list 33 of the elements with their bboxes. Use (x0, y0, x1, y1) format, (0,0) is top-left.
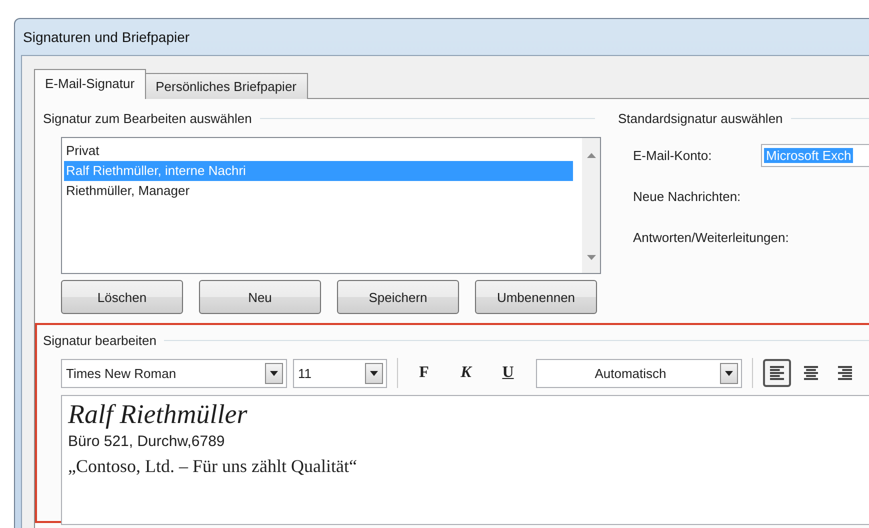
dialog-button[interactable]: Löschen (61, 280, 183, 314)
align-left-icon[interactable] (770, 366, 784, 380)
align-center-icon[interactable] (804, 366, 818, 380)
scroll-down-icon[interactable] (586, 255, 596, 261)
font-dropdown[interactable]: Times New Roman (61, 358, 287, 388)
dialog-button[interactable]: Speichern (337, 280, 459, 314)
signature-line: Büro 521, Durchw,6789 (68, 432, 226, 452)
scrollbar[interactable] (582, 138, 600, 273)
window-title: Signaturen und Briefpapier (23, 29, 190, 45)
size-dropdown[interactable]: 11 (293, 358, 387, 388)
group-title: Signatur bearbeiten (43, 332, 158, 348)
signature-line: „Contoso, Ltd. – Für uns zählt Qualität“ (68, 455, 358, 478)
italic-button[interactable]: K (450, 359, 482, 387)
signature-list[interactable]: Privat Ralf Riethmüller, interne Nachri Riethmüller, Manager (61, 137, 601, 274)
bold-button[interactable]: F (408, 359, 440, 387)
group-title: Standardsignatur auswählen (618, 110, 784, 126)
field-label: Antworten/Weiterleitungen: (633, 228, 790, 246)
dialog-button[interactable]: Neu (199, 280, 321, 314)
scroll-up-icon[interactable] (586, 152, 596, 158)
tab[interactable]: E-Mail-Signatur (34, 69, 146, 99)
underline-button[interactable]: U (492, 359, 524, 387)
field-label: E-Mail-Konto: (633, 146, 713, 164)
signature-editor[interactable]: Ralf Riethmüller Büro 521, Durchw,6789 „Contoso, Ltd. – Für uns zählt Qualität“ (61, 395, 869, 525)
list-item[interactable]: Riethmüller, Manager (64, 181, 580, 201)
align-left-button[interactable] (763, 359, 791, 387)
dialog-button[interactable]: Umbenennen (475, 280, 597, 314)
tab[interactable]: Persönliches Briefpapier (144, 73, 308, 99)
color-dropdown[interactable]: Automatisch (536, 358, 742, 388)
list-item[interactable]: Privat (64, 141, 580, 161)
group-title: Signatur zum Bearbeiten auswählen (43, 110, 253, 126)
align-right-icon[interactable] (838, 366, 852, 380)
field-label: Neue Nachrichten: (633, 188, 742, 206)
signature-line: Ralf Riethmüller (68, 398, 248, 430)
